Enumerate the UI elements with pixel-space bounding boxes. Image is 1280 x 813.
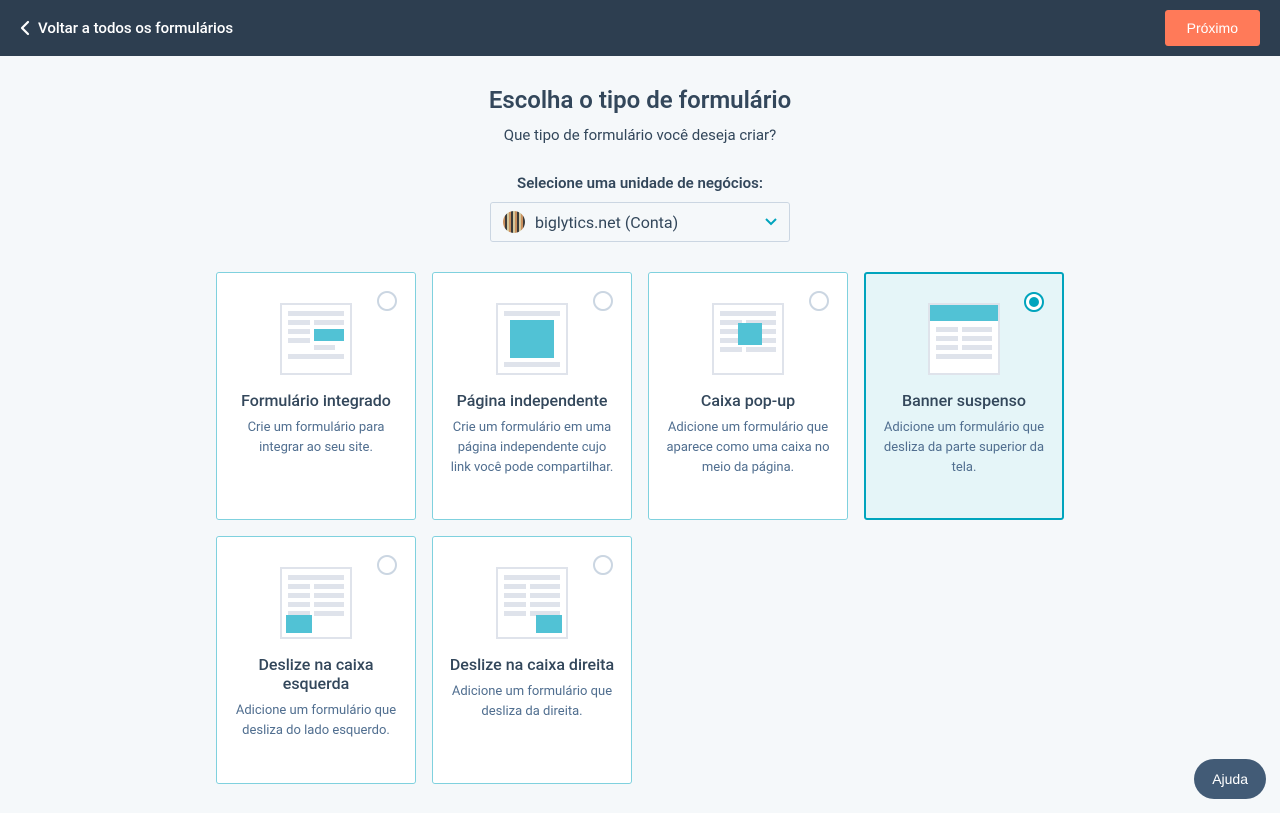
illustration [278, 301, 354, 377]
card-standalone-page[interactable]: Página independente Crie um formulário e… [432, 272, 632, 520]
page-subtitle: Que tipo de formulário você deseja criar… [504, 126, 776, 144]
illustration [926, 301, 1002, 377]
radio-icon [1024, 292, 1044, 312]
caret-down-icon [765, 218, 777, 226]
business-unit-label: Selecione uma unidade de negócios: [517, 174, 763, 192]
card-desc: Adicione um formulário que aparece como … [663, 418, 833, 478]
dropdown-value: biglytics.net (Conta) [535, 213, 678, 232]
card-title: Banner suspenso [902, 391, 1026, 410]
card-title: Caixa pop-up [701, 391, 795, 410]
radio-icon [377, 555, 397, 575]
chevron-left-icon [20, 20, 30, 36]
card-embedded-form[interactable]: Formulário integrado Crie um formulário … [216, 272, 416, 520]
dropdown-selected: biglytics.net (Conta) [503, 211, 678, 233]
card-title: Deslize na caixa esquerda [231, 655, 401, 693]
illustration [494, 565, 570, 641]
form-type-cards: Formulário integrado Crie um formulário … [216, 272, 1064, 784]
account-logo-icon [503, 211, 525, 233]
card-dropdown-banner[interactable]: Banner suspenso Adicione um formulário q… [864, 272, 1064, 520]
card-title: Página independente [457, 391, 608, 410]
card-desc: Adicione um formulário que desliza do la… [231, 701, 401, 741]
card-slide-left[interactable]: Deslize na caixa esquerda Adicione um fo… [216, 536, 416, 784]
app-header: Voltar a todos os formulários Próximo [0, 0, 1280, 56]
main-content: Escolha o tipo de formulário Que tipo de… [0, 56, 1280, 784]
radio-icon [809, 291, 829, 311]
illustration [278, 565, 354, 641]
radio-icon [377, 291, 397, 311]
card-desc: Adicione um formulário que desliza da pa… [879, 418, 1049, 478]
card-title: Formulário integrado [241, 391, 391, 410]
next-button[interactable]: Próximo [1165, 10, 1260, 46]
radio-icon [593, 555, 613, 575]
illustration [494, 301, 570, 377]
help-button[interactable]: Ajuda [1194, 759, 1266, 799]
illustration [710, 301, 786, 377]
back-link-label: Voltar a todos os formulários [38, 19, 233, 37]
business-unit-dropdown[interactable]: biglytics.net (Conta) [490, 202, 790, 242]
card-popup-box[interactable]: Caixa pop-up Adicione um formulário que … [648, 272, 848, 520]
radio-icon [593, 291, 613, 311]
card-slide-right[interactable]: Deslize na caixa direita Adicione um for… [432, 536, 632, 784]
card-title: Deslize na caixa direita [450, 655, 614, 674]
card-desc: Adicione um formulário que desliza da di… [447, 682, 617, 722]
card-desc: Crie um formulário em uma página indepen… [447, 418, 617, 478]
card-desc: Crie um formulário para integrar ao seu … [231, 418, 401, 458]
page-title: Escolha o tipo de formulário [489, 86, 791, 114]
back-link[interactable]: Voltar a todos os formulários [20, 19, 233, 37]
